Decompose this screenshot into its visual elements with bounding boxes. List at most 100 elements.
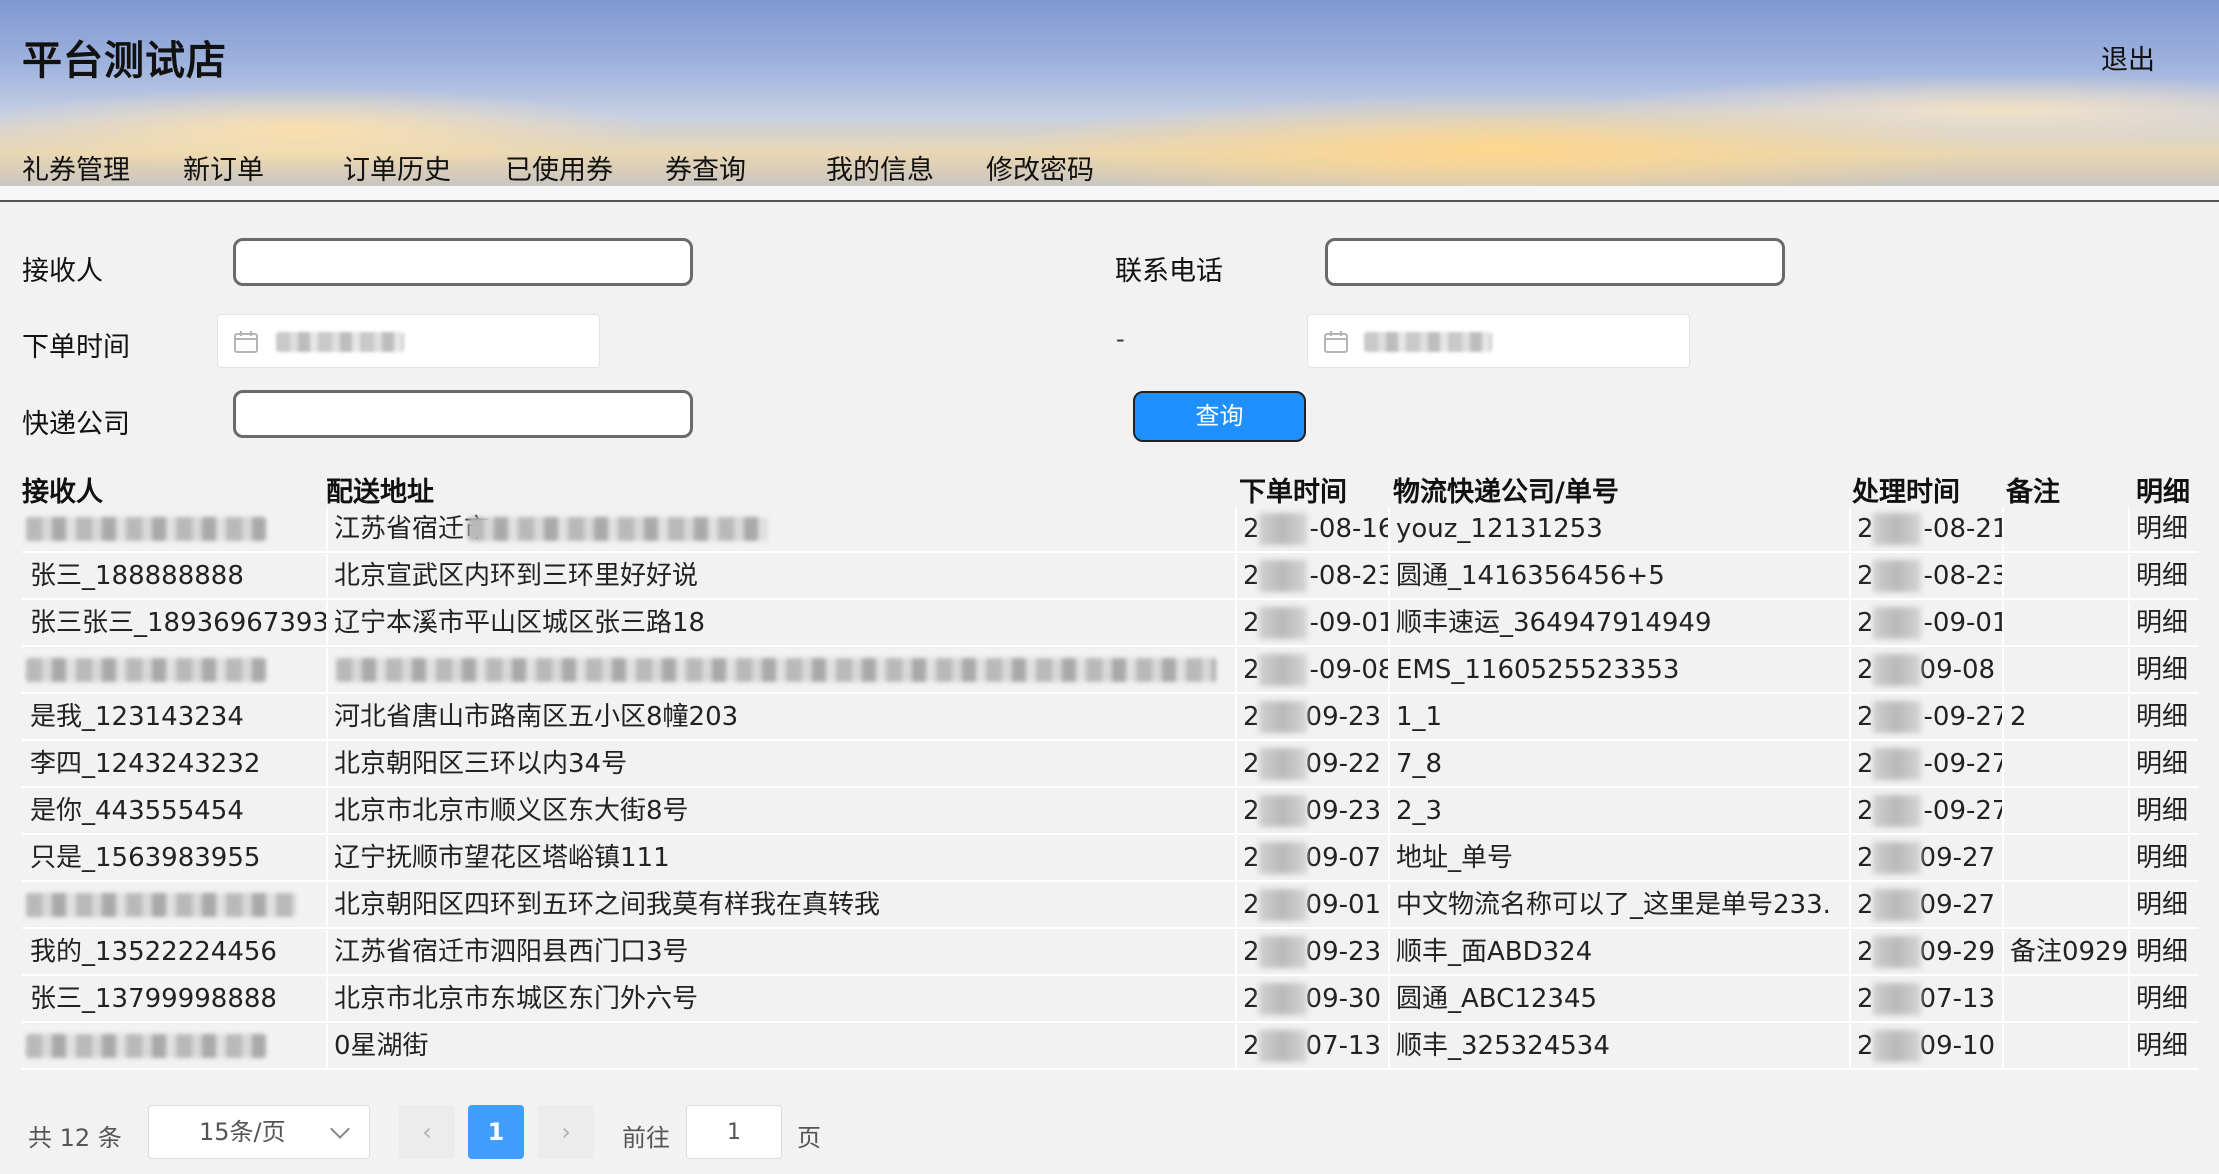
- cell-logistics: 圆通_ABC12345: [1388, 977, 1849, 1021]
- cell-process-time-text: -09-27: [1923, 749, 2002, 779]
- order-time-label: 下单时间: [22, 332, 130, 363]
- phone-input[interactable]: [1325, 238, 1785, 286]
- cell-address-text: 0星湖街: [334, 1031, 429, 1061]
- table-row: 张三_13799998888 北京市北京市东城区东门外六号 2 09-30 圆通_ABC…: [22, 977, 2198, 1023]
- cell-detail-link[interactable]: 明细: [2128, 601, 2198, 645]
- cell-address-text: 江苏省宿迁市: [334, 514, 491, 544]
- col-header-order-time: 下单时间: [1239, 477, 1347, 508]
- cell-detail-link-text[interactable]: 明细: [2136, 514, 2188, 544]
- cell-detail-link-text[interactable]: 明细: [2136, 796, 2188, 826]
- cell-address: 北京市北京市东城区东门外六号: [326, 977, 1235, 1021]
- cell-detail-link[interactable]: 明细: [2128, 742, 2198, 786]
- cell-process-time: 2 -09-01: [1849, 601, 2002, 645]
- cell-detail-link[interactable]: 明细: [2128, 507, 2198, 551]
- end-date-picker[interactable]: [1307, 314, 1690, 368]
- logout-link[interactable]: 退出: [2101, 38, 2155, 77]
- cell-detail-link[interactable]: 明细: [2128, 554, 2198, 598]
- redacted-year: [1873, 701, 1921, 733]
- cell-detail-link-text[interactable]: 明细: [2136, 984, 2188, 1014]
- cell-order-time: 2 09-07: [1235, 836, 1388, 880]
- cell-note: [2002, 836, 2128, 880]
- cell-detail-link-text[interactable]: 明细: [2136, 890, 2188, 920]
- goto-label: 前往: [622, 1124, 670, 1152]
- redacted-year: [1873, 936, 1921, 968]
- start-date-picker[interactable]: [217, 314, 600, 368]
- table-row: 我的_13522224456 江苏省宿迁市泗阳县西门口3号 2 09-23 顺丰_面AB…: [22, 930, 2198, 976]
- nav-my-info[interactable]: 我的信息: [826, 148, 934, 187]
- cell-detail-link-text[interactable]: 明细: [2136, 655, 2188, 685]
- next-page-button[interactable]: ›: [538, 1105, 594, 1159]
- cell-detail-link[interactable]: 明细: [2128, 977, 2198, 1021]
- cell-detail-link-text[interactable]: 明细: [2136, 937, 2188, 967]
- query-button[interactable]: 查询: [1133, 391, 1306, 442]
- cell-logistics-text: 1_1: [1396, 702, 1443, 732]
- cell-logistics: 顺丰_325324534: [1388, 1024, 1849, 1068]
- col-header-address: 配送地址: [326, 477, 434, 508]
- cell-detail-link-text[interactable]: 明细: [2136, 608, 2188, 638]
- cell-process-time: 2 09-27: [1849, 836, 2002, 880]
- nav-change-password[interactable]: 修改密码: [986, 148, 1094, 187]
- redacted-receiver: [26, 1034, 266, 1058]
- redacted-year: [1259, 842, 1307, 874]
- cell-logistics-text: EMS_1160525523353: [1396, 655, 1680, 685]
- table-row: 2 -09-08 EMS_1160525523353 2 09-08 明细: [22, 648, 2198, 694]
- redacted-year: [1873, 607, 1921, 639]
- cell-detail-link[interactable]: 明细: [2128, 695, 2198, 739]
- cell-detail-link-text[interactable]: 明细: [2136, 702, 2188, 732]
- cell-detail-link[interactable]: 明细: [2128, 648, 2198, 692]
- year-prefix: 2: [1243, 608, 1260, 638]
- start-date-value-redacted: [276, 332, 404, 352]
- redacted-year: [1259, 983, 1307, 1015]
- redacted-year: [1873, 842, 1921, 874]
- courier-input[interactable]: [233, 390, 693, 438]
- redacted-address: [468, 517, 768, 541]
- col-header-process-time: 处理时间: [1852, 477, 1960, 508]
- cell-order-time-text: 09-23: [1305, 937, 1382, 967]
- cell-logistics-text: 圆通_ABC12345: [1396, 984, 1598, 1014]
- redacted-year: [1259, 560, 1307, 592]
- nav-used-vouchers[interactable]: 已使用券: [505, 148, 613, 187]
- cell-order-time: 2 -09-01: [1235, 601, 1388, 645]
- table-row: 北京朝阳区四环到五环之间我莫有样我在真转我 2 09-01 中文物流名称可以了_这里是…: [22, 883, 2198, 929]
- col-header-logistics: 物流快递公司/单号: [1393, 477, 1619, 508]
- brand-title: 平台测试店: [22, 38, 227, 84]
- cell-address: 江苏省宿迁市: [326, 507, 1235, 551]
- prev-page-button[interactable]: ‹: [399, 1105, 455, 1159]
- cell-order-time: 2 -09-08: [1235, 648, 1388, 692]
- nav-gift-card-management[interactable]: 礼券管理: [22, 148, 130, 187]
- cell-order-time: 2 09-22: [1235, 742, 1388, 786]
- cell-detail-link[interactable]: 明细: [2128, 930, 2198, 974]
- page-size-select[interactable]: 15条/页: [148, 1105, 370, 1159]
- year-prefix: 2: [1857, 749, 1874, 779]
- cell-logistics-text: 顺丰_面ABD324: [1396, 937, 1593, 967]
- cell-address-text: 河北省唐山市路南区五小区8幢203: [334, 702, 739, 732]
- cell-process-time-text: 09-08: [1919, 655, 1996, 685]
- goto-page-input[interactable]: [686, 1105, 782, 1159]
- nav-new-orders[interactable]: 新订单: [183, 148, 264, 187]
- cell-detail-link-text[interactable]: 明细: [2136, 843, 2188, 873]
- cell-detail-link[interactable]: 明细: [2128, 836, 2198, 880]
- chevron-left-icon: ‹: [422, 1118, 432, 1146]
- cell-address: 辽宁本溪市平山区城区张三路18: [326, 601, 1235, 645]
- nav-order-history[interactable]: 订单历史: [343, 148, 451, 187]
- cell-address-text: 北京朝阳区三环以内34号: [334, 749, 628, 779]
- cell-detail-link-text[interactable]: 明细: [2136, 561, 2188, 591]
- courier-label: 快递公司: [22, 409, 130, 440]
- cell-detail-link[interactable]: 明细: [2128, 1024, 2198, 1068]
- date-range-separator: -: [1116, 325, 1125, 353]
- nav-voucher-query[interactable]: 券查询: [665, 148, 746, 187]
- cell-note: [2002, 507, 2128, 551]
- receiver-input[interactable]: [233, 238, 693, 286]
- page-number-current[interactable]: 1: [468, 1105, 524, 1159]
- cell-detail-link-text[interactable]: 明细: [2136, 1031, 2188, 1061]
- cell-detail-link[interactable]: 明细: [2128, 789, 2198, 833]
- cell-detail-link[interactable]: 明细: [2128, 883, 2198, 927]
- cell-address-text: 辽宁抚顺市望花区塔峪镇111: [334, 843, 670, 873]
- cell-address-text: 北京朝阳区四环到五环之间我莫有样我在真转我: [334, 890, 881, 920]
- cell-address-text: 江苏省宿迁市泗阳县西门口3号: [334, 937, 689, 967]
- cell-logistics: 顺丰速运_364947914949: [1388, 601, 1849, 645]
- cell-order-time: 2 09-01: [1235, 883, 1388, 927]
- cell-detail-link-text[interactable]: 明细: [2136, 749, 2188, 779]
- cell-logistics-text: 圆通_1416356456+5: [1396, 561, 1665, 591]
- cell-receiver-text: 张三_13799998888: [30, 984, 277, 1014]
